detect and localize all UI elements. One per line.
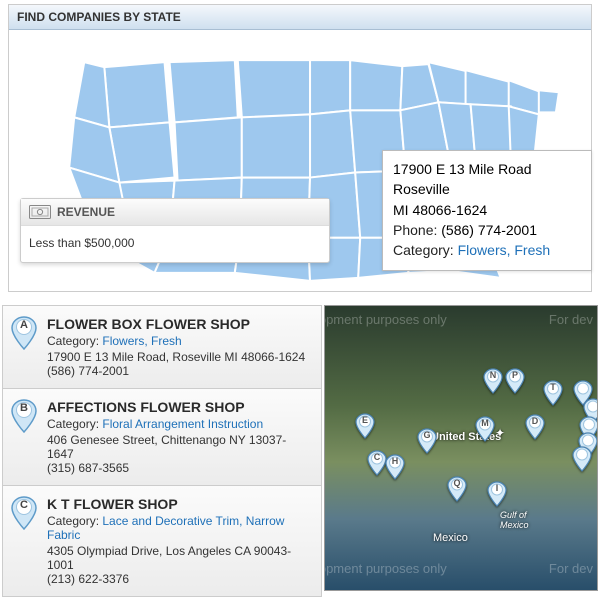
- result-pin-letter: B: [11, 402, 37, 414]
- map-pin[interactable]: M: [475, 416, 495, 442]
- watermark: evelopment purposes only: [324, 312, 447, 327]
- result-pin-icon: B: [11, 399, 37, 433]
- map-pin[interactable]: D: [525, 414, 545, 440]
- tooltip-addr-line1: 17900 E 13 Mile Road: [393, 159, 581, 179]
- company-name[interactable]: K T FLOWER SHOP: [47, 496, 311, 512]
- result-item[interactable]: A FLOWER BOX FLOWER SHOP Category: Flowe…: [2, 305, 322, 388]
- map-pin-letter: M: [475, 418, 495, 428]
- map-pin-letter: Q: [447, 478, 467, 488]
- result-pin-letter: C: [11, 499, 37, 511]
- map-pin-letter: N: [483, 370, 503, 380]
- tooltip-phone-label: Phone:: [393, 222, 437, 238]
- result-pin-letter: A: [11, 319, 37, 331]
- result-item[interactable]: B AFFECTIONS FLOWER SHOP Category: Flora…: [2, 388, 322, 485]
- map-pin[interactable]: H: [385, 454, 405, 480]
- company-phone: (586) 774-2001: [47, 364, 311, 378]
- address-tooltip: 17900 E 13 Mile Road Roseville MI 48066-…: [382, 150, 592, 271]
- company-name[interactable]: FLOWER BOX FLOWER SHOP: [47, 316, 311, 332]
- map-pin-letter: T: [543, 382, 563, 392]
- map-pin[interactable]: Q: [447, 476, 467, 502]
- map-pin-letter: P: [505, 370, 525, 380]
- company-category-label: Category:: [47, 334, 99, 348]
- map-pin-letter: D: [525, 416, 545, 426]
- map-pin[interactable]: T: [543, 380, 563, 406]
- company-category-link[interactable]: Floral Arrangement Instruction: [102, 417, 263, 431]
- map-pin-letter: H: [385, 456, 405, 466]
- company-phone: (315) 687-3565: [47, 461, 311, 475]
- company-category-link[interactable]: Flowers, Fresh: [102, 334, 181, 348]
- map-label-gulf: Gulf of Mexico: [500, 510, 529, 530]
- tooltip-category-link[interactable]: Flowers, Fresh: [458, 242, 551, 258]
- map-pin[interactable]: C: [367, 450, 387, 476]
- company-category-label: Category:: [47, 417, 99, 431]
- map-pin[interactable]: P: [505, 368, 525, 394]
- map-pin-letter: E: [355, 415, 375, 425]
- company-address: 406 Genesee Street, Chittenango NY 13037…: [47, 433, 311, 461]
- map-pin[interactable]: I: [487, 481, 507, 507]
- result-item[interactable]: C K T FLOWER SHOP Category: Lace and Dec…: [2, 485, 322, 597]
- result-pin-icon: C: [11, 496, 37, 530]
- map-pin[interactable]: N: [483, 368, 503, 394]
- tooltip-statezip: MI 48066-1624: [393, 200, 581, 220]
- company-name[interactable]: AFFECTIONS FLOWER SHOP: [47, 399, 311, 415]
- company-address: 4305 Olympiad Drive, Los Angeles CA 9004…: [47, 544, 311, 572]
- map-pin-letter: G: [417, 430, 437, 440]
- company-address: 17900 E 13 Mile Road, Roseville MI 48066…: [47, 350, 311, 364]
- watermark: For dev: [549, 561, 593, 576]
- map-pin-letter: C: [367, 452, 387, 462]
- watermark: evelopment purposes only: [324, 561, 447, 576]
- revenue-header: REVENUE: [21, 199, 329, 226]
- google-map[interactable]: evelopment purposes only For dev evelopm…: [324, 305, 598, 591]
- tooltip-category-label: Category:: [393, 242, 454, 258]
- revenue-value: Less than $500,000: [21, 226, 329, 262]
- map-pin[interactable]: [572, 446, 592, 472]
- revenue-label: REVENUE: [57, 205, 115, 219]
- result-pin-icon: A: [11, 316, 37, 350]
- map-pin[interactable]: E: [355, 413, 375, 439]
- company-phone: (213) 622-3376: [47, 572, 311, 586]
- map-label-mx: Mexico: [433, 532, 468, 544]
- panel-title: FIND COMPANIES BY STATE: [9, 5, 591, 30]
- company-category-label: Category:: [47, 514, 99, 528]
- tooltip-phone: (586) 774-2001: [441, 222, 537, 238]
- revenue-card: REVENUE Less than $500,000: [20, 198, 330, 263]
- watermark: For dev: [549, 312, 593, 327]
- money-icon: [29, 205, 51, 219]
- star-icon: ✦: [495, 426, 505, 440]
- map-pin-letter: I: [487, 483, 507, 493]
- map-pin[interactable]: G: [417, 428, 437, 454]
- results-list: A FLOWER BOX FLOWER SHOP Category: Flowe…: [2, 305, 322, 597]
- tooltip-city: Roseville: [393, 179, 581, 199]
